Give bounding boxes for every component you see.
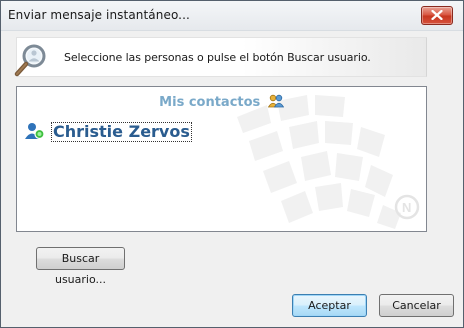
instruction-text: Seleccione las personas o pulse el botón… [64, 51, 371, 64]
group-title: Mis contactos [159, 95, 261, 110]
close-icon [431, 10, 443, 20]
send-instant-message-dialog: Enviar mensaje instantáneo... Seleccione… [0, 0, 464, 328]
accept-button[interactable]: Aceptar [292, 294, 367, 317]
group-header-my-contacts[interactable]: Mis contactos [17, 94, 426, 110]
close-button[interactable] [421, 6, 453, 25]
user-online-icon [25, 123, 45, 140]
contact-name: Christie Zervos [51, 122, 192, 142]
search-user-button[interactable]: Buscar usuario... [36, 247, 125, 286]
magnifier-person-icon [14, 44, 46, 77]
people-group-icon [267, 94, 284, 108]
instruction-banner: Seleccione las personas o pulse el botón… [14, 37, 427, 77]
svg-text:N: N [402, 200, 411, 215]
window-title: Enviar mensaje instantáneo... [8, 8, 190, 22]
contact-list[interactable]: N Mis contactos Christie Zervos [16, 86, 427, 232]
cancel-button[interactable]: Cancelar [379, 294, 454, 317]
title-bar[interactable]: Enviar mensaje instantáneo... [1, 1, 463, 31]
